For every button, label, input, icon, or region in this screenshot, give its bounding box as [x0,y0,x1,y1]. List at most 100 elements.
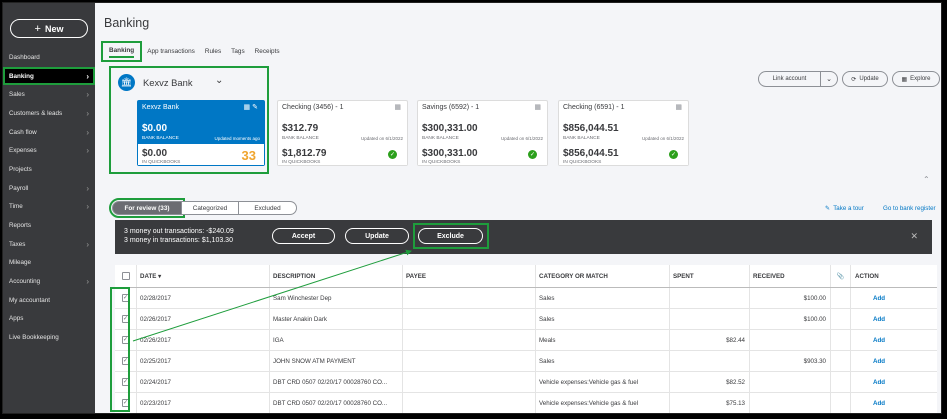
account-card[interactable]: Savings (6592) - 1 ▦ $300,331.00 BANK BALAN… [417,100,548,166]
category-cell[interactable]: Vehicle expenses:Vehicle gas & fuel [536,372,670,392]
edit-icon[interactable]: ✎ [252,104,258,111]
chevron-down-icon[interactable]: ⌄ [821,75,837,83]
received-header[interactable]: RECEIVED [750,265,831,287]
add-button[interactable]: Add [873,379,885,386]
new-button[interactable]: + New [10,19,88,38]
account-card[interactable]: Checking (3456) - 1 ▦ $312.79 BANK BALANCE U… [277,100,408,166]
payee-cell[interactable] [403,372,536,392]
sidebar-item-mileage[interactable]: Mileage [3,254,95,273]
card-icons: ▦ [534,103,541,111]
category-cell[interactable]: Sales [536,309,670,329]
card-lower: $300,331.00 IN QUICKBOOKS ✓ [418,144,547,165]
tab-banking[interactable]: Banking [101,41,143,62]
spent-header[interactable]: SPENT [670,265,750,287]
sidebar-item-payroll[interactable]: Payroll › [3,179,95,198]
tab-banking-label: Banking [109,47,135,58]
sidebar-item-cash-flow[interactable]: Cash flow › [3,123,95,142]
payee-cell[interactable] [403,330,536,350]
bank-icon: 🏛 [118,74,135,91]
sidebar-item-dashboard[interactable]: Dashboard [3,48,95,67]
sidebar-item-live-bookkeeping[interactable]: Live Bookkeeping [3,328,95,347]
sidebar-item-customers-leads[interactable]: Customers & leads › [3,104,95,123]
sidebar-item-accounting[interactable]: Accounting › [3,272,95,291]
update-button-label: Update [859,76,879,82]
sidebar-item-taxes[interactable]: Taxes › [3,235,95,254]
link-account-button[interactable]: Link account ⌄ [758,71,838,87]
account-card[interactable]: Checking (6591) - 1 ▦ $856,044.51 BANK BALA… [558,100,689,166]
sidebar-item-banking[interactable]: Banking › [3,66,95,86]
tab-rules[interactable]: Rules [200,45,226,58]
explore-button[interactable]: ▦ Explore [892,71,940,87]
bank-icon: ▦ [534,104,541,111]
payee-cell[interactable] [403,351,536,371]
table-row[interactable]: ✓ 02/26/2017 IGA Meals $82.44 Add [115,330,937,351]
category-cell[interactable]: Meals [536,330,670,350]
category-cell[interactable]: Sales [536,288,670,308]
tab-categorized[interactable]: Categorized [182,201,239,215]
quickbooks-balance: $856,044.51 [563,148,619,159]
description-cell: DBT CRD 0507 02/20/17 00028760 CO... [270,393,403,413]
sidebar-item-sales[interactable]: Sales › [3,85,95,104]
sidebar-nav: Dashboard Banking › Sales › Customers & leads… [3,48,95,347]
add-button[interactable]: Add [873,295,885,302]
transactions-table: DATE ▾ DESCRIPTION PAYEE CATEGORY OR MAT… [115,265,937,413]
tab-receipts[interactable]: Receipts [250,45,285,58]
table-row[interactable]: ✓ 02/24/2017 DBT CRD 0507 02/20/17 0002876… [115,372,937,393]
table-row[interactable]: ✓ 02/25/2017 JOHN SNOW ATM PAYMENT Sales $90… [115,351,937,372]
collapse-cards-icon[interactable]: ⌃ [923,175,930,184]
select-all-checkbox[interactable] [121,272,130,280]
accept-button[interactable]: Accept [272,228,335,244]
table-row[interactable]: ✓ 02/23/2017 DBT CRD 0507 02/20/17 0002876… [115,393,937,413]
update-button[interactable]: ⟳ Update [842,71,888,87]
take-tour-link[interactable]: ✎ Take a tour [825,205,864,212]
sidebar-item-my-accountant[interactable]: My accountant [3,291,95,310]
spent-cell: $82.44 [670,330,750,350]
close-icon[interactable]: ✕ [910,231,918,242]
sidebar-item-apps[interactable]: Apps [3,310,95,329]
bank-icon: ▦ [243,104,251,111]
review-tabs: For review (33) Categorized Excluded [109,198,297,218]
sidebar-item-label: Apps [9,315,24,323]
exclude-button[interactable]: Exclude [418,228,483,244]
description-header[interactable]: DESCRIPTION [270,265,403,287]
tab-for-review[interactable]: For review (33) [109,198,185,218]
category-cell[interactable]: Vehicle expenses:Vehicle gas & fuel [536,393,670,413]
go-to-register-link[interactable]: Go to bank register [883,205,936,212]
sidebar-item-expenses[interactable]: Expenses › [3,141,95,160]
table-row[interactable]: ✓ 02/28/2017 Sam Winchester Dep Sales $100.0… [115,288,937,309]
add-button[interactable]: Add [873,316,885,323]
action-cell: Add [851,351,937,371]
payee-cell[interactable] [403,393,536,413]
sidebar-item-projects[interactable]: Projects [3,160,95,179]
tab-tags[interactable]: Tags [226,45,250,58]
sidebar-item-time[interactable]: Time › [3,198,95,217]
payee-cell[interactable] [403,288,536,308]
bank-balance-label: BANK BALANCE [282,136,319,141]
batch-update-button[interactable]: Update [345,228,409,244]
attachment-cell [831,288,851,308]
new-button-label: New [44,23,64,34]
payee-header[interactable]: PAYEE [403,265,536,287]
add-button[interactable]: Add [873,337,885,344]
chevron-down-icon[interactable]: ⌄ [215,75,223,86]
action-cell: Add [851,288,937,308]
account-card[interactable]: Kexvz Bank ▦ ✎ $0.00 BANK BALANCE Updated mo… [137,100,265,166]
category-cell[interactable]: Sales [536,351,670,371]
bank-balance-label: BANK BALANCE [422,136,459,141]
category-header[interactable]: CATEGORY OR MATCH [536,265,670,287]
table-row[interactable]: ✓ 02/26/2017 Master Anakin Dark Sales $100.0… [115,309,937,330]
received-cell: $100.00 [750,288,831,308]
tab-excluded[interactable]: Excluded [239,201,297,215]
add-button[interactable]: Add [873,400,885,407]
sidebar-item-label: Accounting [9,278,41,286]
sidebar: + New Dashboard Banking › Sales › Customers &… [3,3,95,413]
tab-app-transactions[interactable]: App transactions [142,45,200,58]
date-header[interactable]: DATE ▾ [137,265,270,287]
sidebar-item-reports[interactable]: Reports [3,216,95,235]
attachment-cell [831,330,851,350]
payee-cell[interactable] [403,309,536,329]
bank-balance-label: BANK BALANCE [142,136,179,141]
action-cell: Add [851,372,937,392]
add-button[interactable]: Add [873,358,885,365]
date-cell: 02/28/2017 [137,288,270,308]
